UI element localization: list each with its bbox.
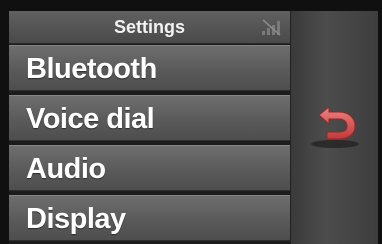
signal-off-icon <box>260 17 282 37</box>
page-title: Settings <box>113 17 185 37</box>
back-arrow-icon <box>311 105 359 148</box>
menu-item-label: Bluetooth <box>26 53 157 85</box>
menu-item-audio[interactable]: Audio <box>9 145 290 191</box>
menu-item-label: Display <box>26 203 126 235</box>
menu-item-display[interactable]: Display <box>9 195 290 241</box>
side-panel <box>290 11 378 244</box>
menu-item-label: Audio <box>26 153 106 185</box>
menu-item-bluetooth[interactable]: Bluetooth <box>9 45 290 91</box>
settings-screen: Settings Bluetooth Voice dial Audio Disp… <box>0 0 382 244</box>
menu-header: Settings <box>9 11 290 44</box>
menu-item-voice-dial[interactable]: Voice dial <box>9 95 290 141</box>
back-button[interactable] <box>305 97 365 157</box>
menu-item-label: Voice dial <box>26 103 155 135</box>
settings-menu: Settings Bluetooth Voice dial Audio Disp… <box>9 11 290 244</box>
